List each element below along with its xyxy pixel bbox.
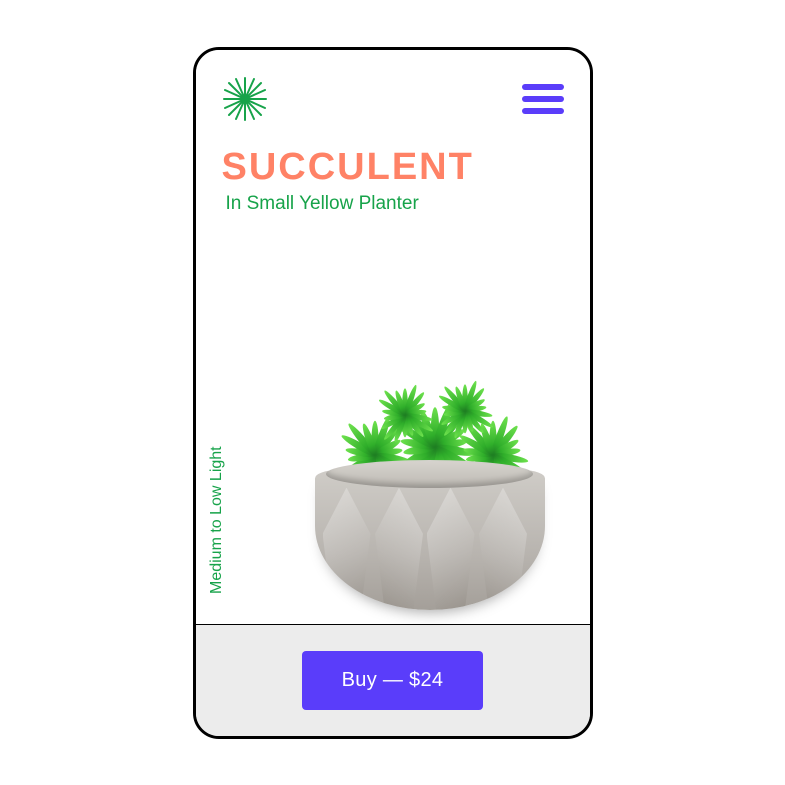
leaf-cluster	[433, 379, 496, 442]
product-title: SUCCULENT	[222, 146, 564, 189]
top-bar	[222, 76, 564, 122]
product-subtitle: In Small Yellow Planter	[222, 193, 564, 215]
menu-icon[interactable]	[522, 84, 564, 114]
buy-bar: Buy — $24	[196, 624, 590, 736]
product-view: SUCCULENT In Small Yellow Planter Medium…	[196, 50, 590, 624]
light-requirement-label: Medium to Low Light	[208, 446, 226, 594]
leaf-cluster	[373, 383, 436, 446]
brand-logo-icon	[222, 76, 268, 122]
buy-button[interactable]: Buy — $24	[302, 651, 484, 710]
planter-illustration	[315, 470, 545, 610]
device-frame: SUCCULENT In Small Yellow Planter Medium…	[193, 47, 593, 739]
product-image	[290, 318, 570, 618]
